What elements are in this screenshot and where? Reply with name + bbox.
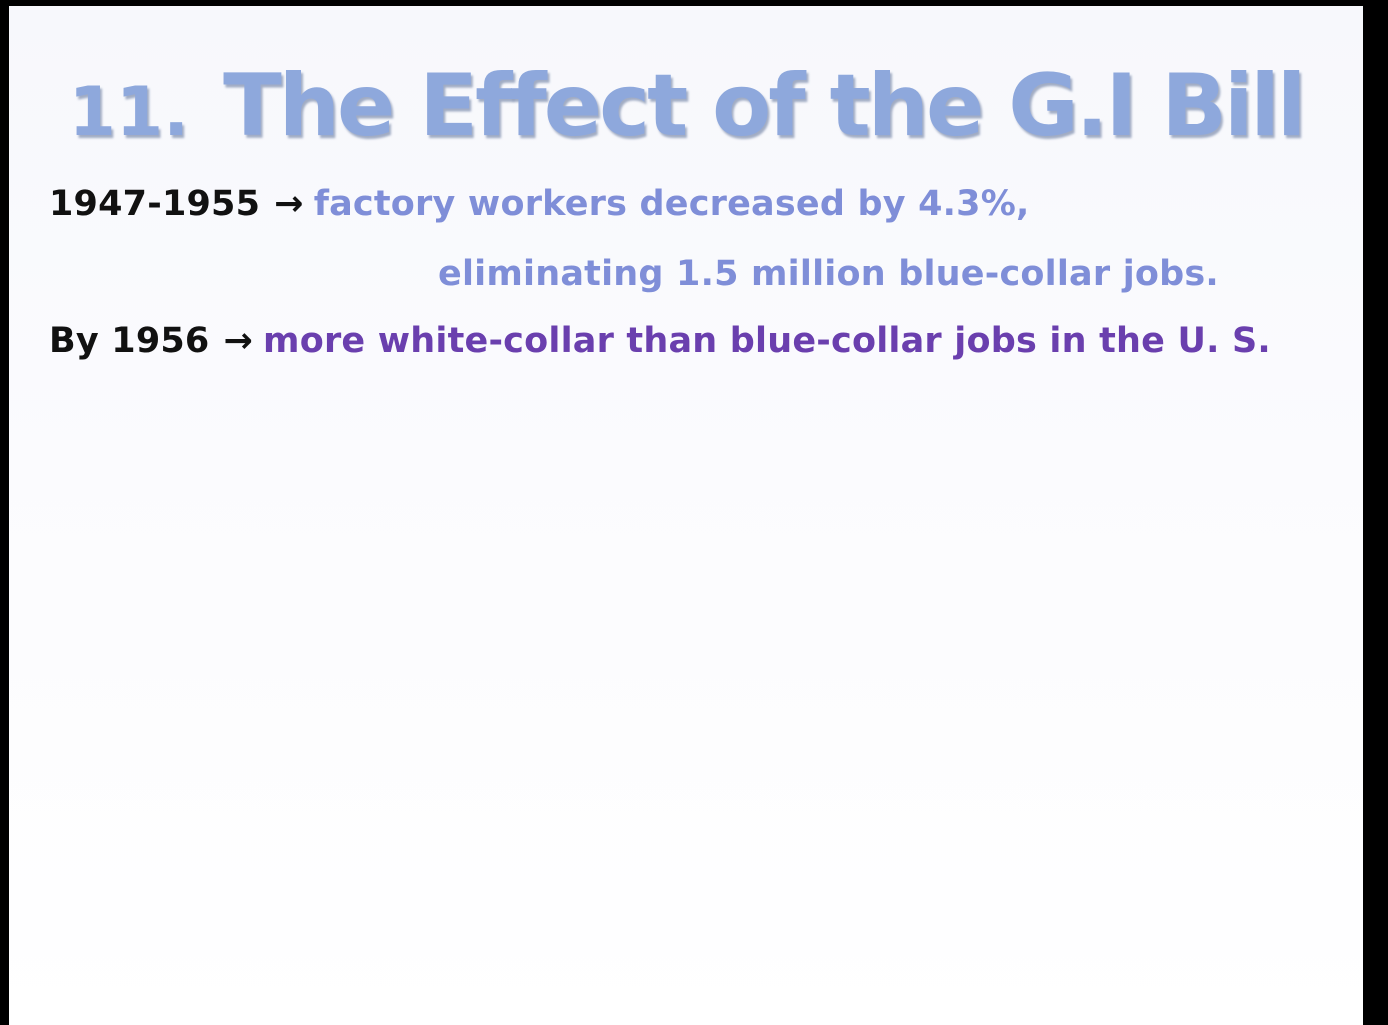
- bullet-line-3: By 1956 → more white-collar than blue-coll…: [49, 319, 1271, 363]
- bullet-line-3-lead: By 1956: [49, 321, 210, 361]
- bullet-line-2: eliminating 1.5 million blue-collar jobs…: [438, 252, 1219, 296]
- bullet-line-1-text: factory workers decreased by 4.3%,: [313, 184, 1030, 224]
- bullet-line-1-lead: 1947-1955: [49, 184, 261, 224]
- right-arrow-icon: →: [274, 184, 304, 224]
- bullet-line-1: 1947-1955 → factory workers decreased by 4…: [49, 182, 1030, 226]
- slide-title-text: The Effect of the G.I Bill: [223, 56, 1306, 156]
- bullet-line-3-text: more white-collar than blue-collar jobs …: [263, 321, 1271, 361]
- slide-title: 11. The Effect of the G.I Bill: [9, 56, 1363, 163]
- right-arrow-icon: →: [223, 321, 254, 361]
- bullet-line-2-text: eliminating 1.5 million blue-collar jobs…: [438, 254, 1219, 294]
- slide-title-number: 11.: [68, 73, 190, 152]
- slide: 11. The Effect of the G.I Bill 1947-1955 →…: [9, 6, 1363, 1025]
